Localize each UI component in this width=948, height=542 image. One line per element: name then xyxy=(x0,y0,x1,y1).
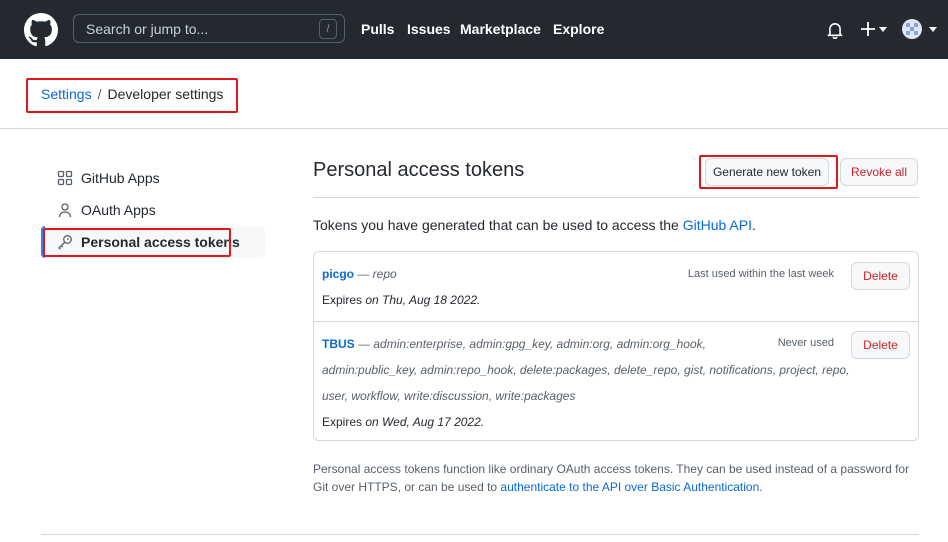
token-scopes: admin:enterprise, admin:gpg_key, admin:o… xyxy=(373,337,706,351)
search-input[interactable]: Search or jump to... / xyxy=(73,14,345,43)
breadcrumb: Settings / Developer settings xyxy=(41,86,223,102)
nav-explore[interactable]: Explore xyxy=(553,21,604,37)
page-title: Personal access tokens xyxy=(313,159,525,181)
sidebar-item-github-apps[interactable]: GitHub Apps xyxy=(41,162,265,194)
generate-new-token-button[interactable]: Generate new token xyxy=(705,158,829,186)
create-new-plus-icon[interactable] xyxy=(860,20,888,38)
token-dash: — xyxy=(354,267,373,281)
sidebar-item-personal-access-tokens[interactable]: Personal access tokens xyxy=(41,226,265,258)
sidebar-item-label: OAuth Apps xyxy=(81,202,156,218)
token-row-title: picgo — repo xyxy=(322,267,397,281)
sidebar-item-label: GitHub Apps xyxy=(81,170,160,186)
revoke-all-button[interactable]: Revoke all xyxy=(840,158,918,186)
token-scopes-continued: user, workflow, write:discussion, write:… xyxy=(322,389,576,403)
breadcrumb-settings-link[interactable]: Settings xyxy=(41,86,92,102)
expires-date: on Thu, Aug 18 2022. xyxy=(365,293,481,307)
expires-label: Expires xyxy=(322,293,363,307)
expires-label: Expires xyxy=(322,415,363,429)
breadcrumb-separator: / xyxy=(97,86,102,102)
token-name-link[interactable]: TBUS xyxy=(322,337,355,351)
github-api-link[interactable]: GitHub API xyxy=(683,217,752,233)
intro-suffix: . xyxy=(751,217,756,233)
expires-date: on Wed, Aug 17 2022. xyxy=(365,415,485,429)
token-expiration: Expires on Thu, Aug 18 2022. xyxy=(322,293,480,307)
sidebar-item-label: Personal access tokens xyxy=(81,234,240,250)
token-divider xyxy=(314,321,918,322)
delete-token-button[interactable]: Delete xyxy=(851,262,910,290)
nav-marketplace[interactable]: Marketplace xyxy=(460,21,541,37)
footnote-end: . xyxy=(759,480,763,494)
token-expiration: Expires on Wed, Aug 17 2022. xyxy=(322,415,484,429)
token-scopes: repo xyxy=(372,267,397,281)
person-icon xyxy=(58,203,72,218)
token-name-link[interactable]: picgo xyxy=(322,267,354,281)
nav-pulls[interactable]: Pulls xyxy=(361,21,394,37)
token-last-used: Never used xyxy=(777,337,834,349)
delete-token-button[interactable]: Delete xyxy=(851,331,910,359)
key-icon xyxy=(58,235,72,250)
basic-auth-link[interactable]: authenticate to the API over Basic Authe… xyxy=(500,480,759,494)
token-scopes-continued: admin:public_key, admin:repo_hook, delet… xyxy=(322,363,850,377)
token-last-used: Last used within the last week xyxy=(687,268,834,280)
apps-grid-icon xyxy=(57,170,73,186)
token-row-title: TBUS — admin:enterprise, admin:gpg_key, … xyxy=(322,337,706,351)
search-placeholder: Search or jump to... xyxy=(86,21,209,37)
user-avatar-menu[interactable] xyxy=(902,18,938,40)
github-logo-icon[interactable] xyxy=(24,13,58,47)
token-list: picgo — repo Last used within the last w… xyxy=(313,251,919,441)
breadcrumb-current: Developer settings xyxy=(107,86,224,102)
top-header: Search or jump to... / Pulls Issues Mark… xyxy=(0,0,948,59)
nav-issues[interactable]: Issues xyxy=(407,21,451,37)
token-dash: — xyxy=(354,337,374,351)
intro-text: Tokens you have generated that can be us… xyxy=(313,217,756,233)
bottom-divider xyxy=(41,534,919,535)
footnote: Personal access tokens function like ord… xyxy=(313,460,913,496)
intro-prefix: Tokens you have generated that can be us… xyxy=(313,217,683,233)
breadcrumb-divider xyxy=(0,128,948,129)
search-shortcut-key: / xyxy=(319,19,337,39)
notifications-bell-icon[interactable] xyxy=(826,21,844,39)
title-divider xyxy=(313,197,919,198)
sidebar-item-oauth-apps[interactable]: OAuth Apps xyxy=(41,194,265,226)
